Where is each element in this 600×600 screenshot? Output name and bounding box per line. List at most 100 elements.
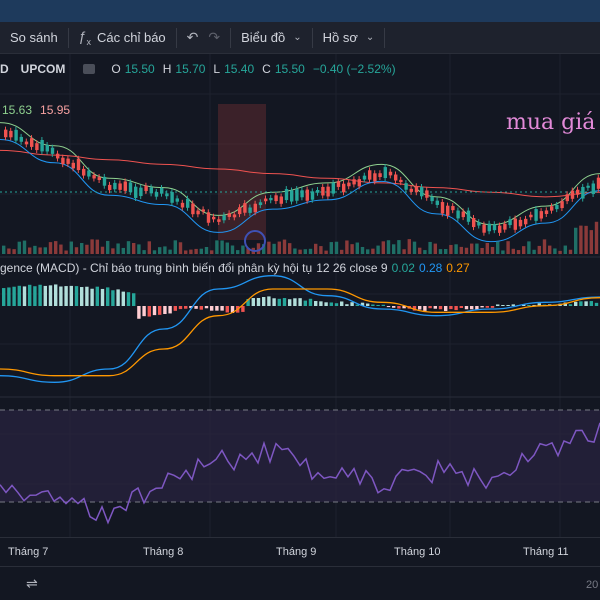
volume-bar: [38, 247, 42, 254]
candle-body: [425, 190, 429, 198]
candle-body: [134, 186, 138, 198]
macd-legend: gence (MACD) - Chỉ báo trung bình biến đ…: [0, 261, 470, 275]
candle-body: [290, 190, 294, 202]
candle-body: [222, 215, 226, 221]
candle-body: [435, 200, 439, 205]
macd-title: gence (MACD) - Chỉ báo trung bình biến đ…: [0, 261, 313, 275]
candle-body: [243, 203, 247, 213]
candle-body: [35, 143, 39, 151]
candle-body: [310, 191, 315, 200]
volume-bar: [59, 244, 63, 254]
chart-toolbar: So sánh ƒx Các chỉ báo ↶ ↷ Biểu đồ ⌄ Hồ …: [0, 22, 600, 54]
volume-bar: [537, 245, 541, 254]
candle-body: [201, 209, 205, 212]
candle-body: [217, 219, 221, 222]
candle-body: [76, 158, 81, 171]
candle-body: [123, 181, 127, 191]
volume-bar: [12, 249, 16, 254]
candle-body: [160, 188, 164, 194]
candle-body: [347, 182, 351, 187]
candle-body: [404, 183, 408, 190]
macd-signal-value: 0.27: [446, 261, 470, 275]
macd-histogram-bar: [444, 306, 448, 312]
macd-pane: [0, 275, 600, 383]
macd-histogram-bar: [262, 297, 266, 306]
volume-bar: [428, 241, 432, 254]
volume-bar: [33, 245, 37, 254]
volume-bar: [584, 225, 588, 254]
macd-line-value: 0.28: [418, 261, 443, 275]
ma-legend: 15.63 15.95: [2, 103, 70, 117]
macd-histogram-bar: [95, 286, 99, 306]
macd-line: [0, 275, 600, 383]
macd-histogram-bar: [38, 284, 42, 306]
macd-histogram-bar: [69, 285, 73, 306]
candle-body: [586, 185, 590, 188]
candle-body: [300, 190, 304, 198]
x-tick-label: Tháng 8: [143, 546, 184, 558]
chart-type-dropdown[interactable]: Biểu đồ ⌄: [231, 22, 311, 53]
compare-button[interactable]: So sánh: [0, 22, 68, 53]
macd-histogram-bar: [137, 306, 141, 319]
time-axis[interactable]: Tháng 7 Tháng 8 Tháng 9 Tháng 10 Tháng 1…: [0, 537, 600, 565]
volume-bar: [558, 250, 562, 254]
candle-body: [92, 175, 96, 179]
macd-histogram-bar: [329, 302, 333, 306]
volume-bar: [288, 243, 292, 254]
candle-body: [357, 179, 361, 187]
candle-body: [555, 204, 559, 210]
macd-histogram-bar: [423, 306, 427, 311]
macd-histogram-bar: [126, 292, 131, 306]
undo-button[interactable]: ↶: [177, 22, 209, 53]
macd-histogram-bar: [168, 306, 172, 314]
volume-bar: [381, 241, 385, 254]
macd-histogram-bar: [256, 297, 261, 306]
macd-histogram-bar: [340, 301, 344, 306]
volume-bar: [345, 240, 349, 254]
volume-bar: [137, 244, 141, 254]
volume-bar: [475, 243, 479, 254]
chart-canvas[interactable]: [0, 54, 600, 600]
redo-button[interactable]: ↷: [208, 22, 230, 53]
volume-bar: [470, 243, 474, 254]
x-tick-label: Tháng 10: [394, 546, 441, 558]
candle-body: [472, 217, 476, 228]
macd-histogram-bar: [594, 302, 599, 306]
macd-histogram-bar: [277, 298, 281, 306]
candle-body: [482, 224, 486, 233]
volume-bar: [48, 242, 53, 254]
macd-histogram-bar: [12, 286, 16, 306]
candle-body: [154, 192, 159, 197]
volume-bar: [548, 245, 552, 254]
candle-body: [258, 202, 263, 206]
macd-histogram-bar: [392, 306, 396, 308]
macd-histogram-bar: [464, 306, 469, 310]
volume-bar: [303, 249, 307, 254]
volume-bar: [355, 242, 359, 254]
volume-bar: [210, 250, 214, 254]
date-range-icon[interactable]: ⇌: [26, 575, 38, 592]
candle-body: [414, 186, 419, 193]
candle-body: [451, 206, 455, 211]
macd-histogram-bar: [589, 301, 593, 306]
candle-body: [518, 219, 523, 227]
candle-body: [581, 186, 585, 199]
macd-histogram-bar: [428, 306, 432, 309]
chart-annotation-text[interactable]: mua giá: [506, 110, 595, 135]
macd-histogram-bar: [485, 306, 489, 308]
bottom-toolbar: ⇌ 20: [0, 566, 600, 600]
high-value: 15.70: [175, 62, 206, 76]
collapse-legend-icon[interactable]: [83, 64, 96, 74]
profile-dropdown[interactable]: Hồ sơ ⌄: [313, 22, 385, 53]
volume-bar: [256, 243, 261, 254]
candle-body: [264, 198, 268, 202]
macd-histogram-bar: [584, 301, 588, 306]
indicators-button[interactable]: ƒx Các chỉ báo: [69, 22, 176, 53]
candle-body: [524, 218, 528, 225]
low-value: 15.40: [224, 62, 255, 76]
open-label: O: [111, 62, 121, 76]
candle-body: [534, 209, 538, 221]
candle-body: [591, 183, 595, 194]
macd-histogram-bar: [28, 284, 32, 306]
macd-histogram-bar: [85, 286, 89, 306]
